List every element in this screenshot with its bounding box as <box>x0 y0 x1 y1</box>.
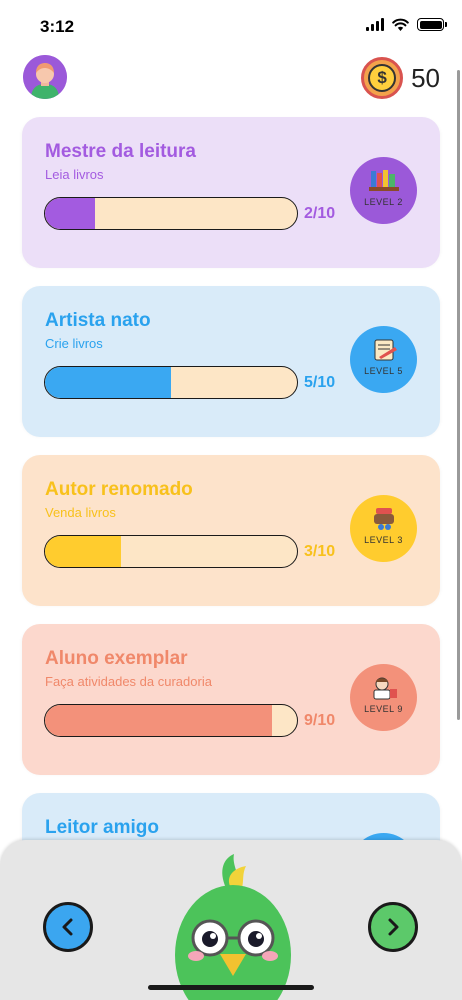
card-title: Artista nato <box>45 310 151 331</box>
progress-bar <box>44 197 298 230</box>
progress-fill <box>45 198 96 229</box>
level-label: LEVEL 9 <box>364 703 403 714</box>
profile-avatar[interactable] <box>23 55 67 99</box>
card-subtitle: Crie livros <box>45 336 103 351</box>
achievement-card[interactable]: Autor renomado Venda livros 3/10 LEVEL 3 <box>22 455 440 603</box>
level-badge: LEVEL 2 <box>350 157 417 224</box>
card-subtitle: Faça atividades da curadoria <box>45 674 212 689</box>
card-title: Aluno exemplar <box>45 648 188 669</box>
level-badge: LEVEL 5 <box>350 326 417 393</box>
progress-fill <box>45 367 171 398</box>
card-title: Autor renomado <box>45 479 193 500</box>
book-cart-icon <box>373 507 394 530</box>
level-label: LEVEL 5 <box>364 365 403 376</box>
card-title: Mestre da leitura <box>45 141 196 162</box>
scroll-quill-icon <box>374 339 397 360</box>
status-bar: 3:12 <box>0 0 462 50</box>
level-badge: LEVEL 3 <box>350 495 417 562</box>
progress-count: 5/10 <box>304 374 336 391</box>
card-subtitle: Venda livros <box>45 505 116 520</box>
mascot-panel <box>0 840 462 1000</box>
next-button[interactable] <box>368 902 418 952</box>
achievement-card[interactable]: Artista nato Crie livros 5/10 LEVEL 5 <box>22 286 440 434</box>
previous-button[interactable] <box>43 902 93 952</box>
progress-bar <box>44 535 298 568</box>
wifi-icon <box>392 18 409 31</box>
progress-fill <box>45 536 121 567</box>
progress-count: 2/10 <box>304 205 336 222</box>
achievement-card[interactable]: Aluno exemplar Faça atividades da curado… <box>22 624 440 772</box>
level-label: LEVEL 3 <box>364 534 403 545</box>
status-icons <box>366 18 447 31</box>
home-indicator[interactable] <box>148 985 314 990</box>
progress-count: 9/10 <box>304 712 336 729</box>
level-label: LEVEL 2 <box>364 196 403 207</box>
bookshelf-icon <box>368 169 399 191</box>
chevron-left-icon <box>62 918 73 936</box>
progress-count: 3/10 <box>304 543 336 560</box>
progress-bar <box>44 704 298 737</box>
battery-icon <box>417 18 447 31</box>
progress-fill <box>45 705 272 736</box>
user-avatar-icon <box>23 55 67 99</box>
level-badge: LEVEL 9 <box>350 664 417 731</box>
card-title: Leitor amigo <box>45 817 160 838</box>
cellular-signal-icon <box>366 18 384 31</box>
progress-bar <box>44 366 298 399</box>
coin-icon: $ <box>361 57 404 99</box>
scrollbar[interactable] <box>457 70 460 720</box>
parrot-mascot-icon <box>175 854 291 1000</box>
card-subtitle: Leia livros <box>45 167 104 182</box>
status-time: 3:12 <box>40 17 75 36</box>
chevron-right-icon <box>388 918 399 936</box>
coin-balance[interactable]: $ 50 <box>361 57 440 99</box>
student-icon <box>373 677 397 699</box>
achievement-card[interactable]: Mestre da leitura Leia livros 2/10 LEVEL… <box>22 117 440 265</box>
coin-count: 50 <box>411 62 440 93</box>
